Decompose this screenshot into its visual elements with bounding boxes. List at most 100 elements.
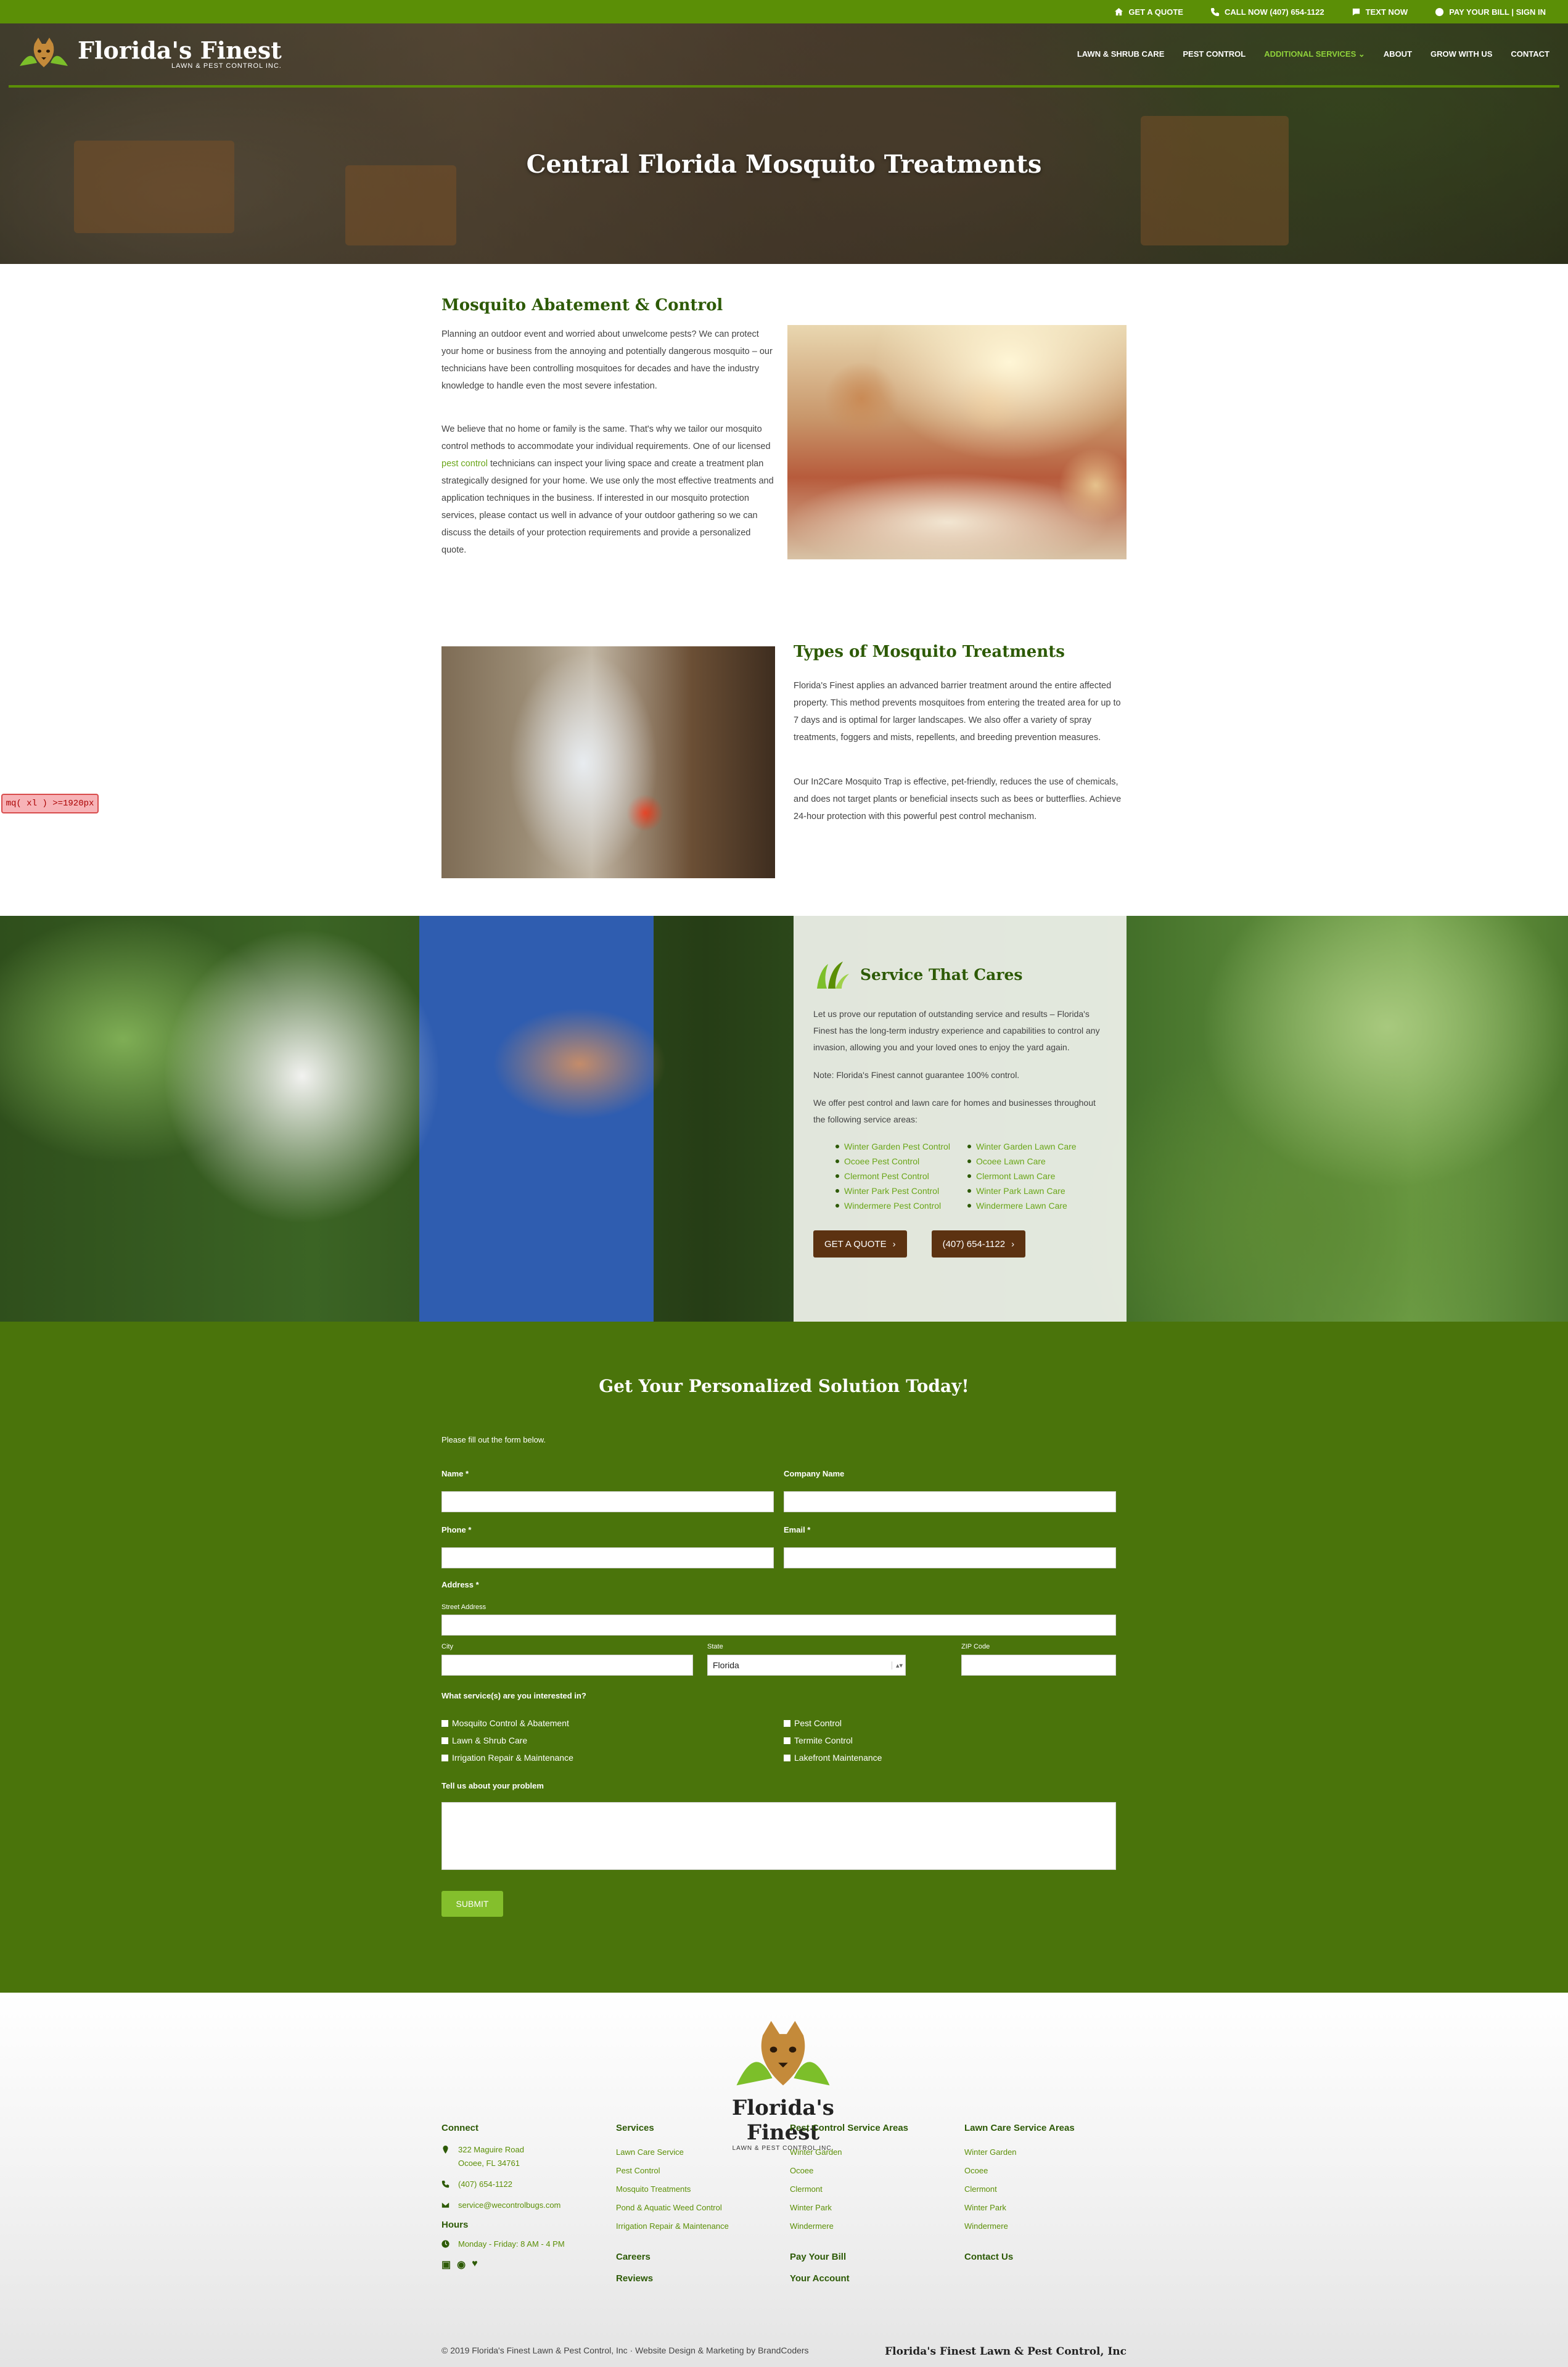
nav-item-lawn-shrub[interactable]: LAWN & SHRUB CARE	[1077, 49, 1165, 59]
pest-area-link[interactable]: Windermere Pest Control	[835, 1198, 950, 1213]
footer-link[interactable]: Irrigation Repair & Maintenance	[616, 2217, 729, 2236]
nav-item-grow-with-us[interactable]: GROW WITH US	[1430, 49, 1492, 59]
pest-area-link[interactable]: Ocoee Pest Control	[835, 1154, 950, 1169]
footer-phone-link[interactable]: (407) 654-1122	[458, 2178, 512, 2191]
footer-link[interactable]: Winter Garden	[790, 2143, 908, 2162]
name-input[interactable]	[441, 1491, 774, 1512]
contact-us-link[interactable]: Contact Us	[964, 2252, 1075, 2262]
facebook-icon[interactable]: ▣	[441, 2258, 451, 2271]
checkbox-pest[interactable]: Pest Control	[784, 1718, 842, 1728]
checkbox-box[interactable]	[441, 1737, 448, 1744]
submit-button[interactable]: SUBMIT	[441, 1891, 503, 1917]
technician-spraying-photo	[441, 646, 775, 878]
pinterest-icon[interactable]: ◉	[457, 2258, 466, 2271]
footer-link[interactable]: Ocoee	[790, 2162, 908, 2180]
grass-leaf-icon	[817, 961, 849, 989]
nav-divider	[9, 85, 1559, 88]
company-input[interactable]	[784, 1491, 1116, 1512]
pest-area-link[interactable]: Winter Garden Pest Control	[835, 1139, 950, 1154]
pay-bill-link[interactable]: Pay Your Bill	[790, 2252, 908, 2262]
service-note: Note: Florida's Finest cannot guarantee …	[813, 1070, 1020, 1080]
checkbox-mosquito[interactable]: Mosquito Control & Abatement	[441, 1718, 569, 1728]
footer-link[interactable]: Clermont	[964, 2180, 1075, 2199]
form-intro: Please fill out the form below.	[441, 1435, 546, 1444]
lawn-areas-title: Lawn Care Service Areas	[964, 2123, 1075, 2133]
checkbox-lawn[interactable]: Lawn & Shrub Care	[441, 1735, 527, 1745]
checkbox-box[interactable]	[784, 1737, 790, 1744]
email-label: Email *	[784, 1525, 811, 1534]
treatments-paragraph-2: Our In2Care Mosquito Trap is effective, …	[794, 777, 1122, 821]
problem-label: Tell us about your problem	[441, 1781, 544, 1790]
problem-textarea[interactable]	[441, 1802, 1116, 1870]
call-now-link[interactable]: CALL NOW (407) 654-1122	[1210, 7, 1324, 17]
service-area-lists: Winter Garden Pest Control Ocoee Pest Co…	[835, 1139, 1107, 1213]
footer-link[interactable]: Windermere	[790, 2217, 908, 2236]
city-input[interactable]	[441, 1655, 693, 1676]
careers-link[interactable]: Careers	[616, 2252, 729, 2262]
nav-item-pest-control[interactable]: PEST CONTROL	[1183, 49, 1246, 59]
nav-item-about[interactable]: ABOUT	[1384, 49, 1412, 59]
footer-link[interactable]: Windermere	[964, 2217, 1075, 2236]
footer-link[interactable]: Pond & Aquatic Weed Control	[616, 2199, 729, 2217]
chevron-right-icon: ›	[1011, 1238, 1015, 1249]
footer-link[interactable]: Lawn Care Service	[616, 2143, 729, 2162]
street-input[interactable]	[441, 1615, 1116, 1636]
twitter-icon[interactable]: ♥	[472, 2258, 478, 2271]
lawn-area-list: Winter Garden Lawn Care Ocoee Lawn Care …	[967, 1139, 1077, 1213]
section-title-treatments: Types of Mosquito Treatments	[794, 643, 1065, 661]
text-now-link[interactable]: TEXT NOW	[1352, 7, 1408, 17]
checkbox-termite[interactable]: Termite Control	[784, 1735, 853, 1745]
name-label: Name *	[441, 1469, 469, 1478]
checkbox-box[interactable]	[441, 1719, 448, 1727]
get-quote-button[interactable]: GET A QUOTE ›	[813, 1230, 907, 1258]
lawn-area-link[interactable]: Winter Park Lawn Care	[967, 1184, 1077, 1198]
lawn-area-link[interactable]: Winter Garden Lawn Care	[967, 1139, 1077, 1154]
footer-link[interactable]: Winter Park	[790, 2199, 908, 2217]
copyright: © 2019 Florida's Finest Lawn & Pest Cont…	[441, 2345, 809, 2355]
page-title: Central Florida Mosquito Treatments	[526, 150, 1042, 179]
zip-input[interactable]	[961, 1655, 1116, 1676]
checkbox-box[interactable]	[784, 1719, 790, 1727]
pest-area-link[interactable]: Winter Park Pest Control	[835, 1184, 950, 1198]
chevron-down-icon: ⌄	[1358, 49, 1365, 59]
footer-link[interactable]: Pest Control	[616, 2162, 729, 2180]
lawn-area-link[interactable]: Ocoee Lawn Care	[967, 1154, 1077, 1169]
pay-bill-link[interactable]: PAY YOUR BILL | SIGN IN	[1435, 7, 1546, 17]
nav-item-contact[interactable]: CONTACT	[1511, 49, 1550, 59]
phone-icon	[441, 2180, 449, 2188]
site-logo[interactable]: Florida's Finest LAWN & PEST CONTROL INC…	[18, 35, 282, 73]
state-select[interactable]: Florida ▴▾	[707, 1655, 906, 1676]
pest-area-link[interactable]: Clermont Pest Control	[835, 1169, 950, 1184]
nav-item-additional-services[interactable]: ADDITIONAL SERVICES ⌄	[1264, 49, 1365, 59]
phone-input[interactable]	[441, 1547, 774, 1568]
lawn-area-link[interactable]: Windermere Lawn Care	[967, 1198, 1077, 1213]
footer-link[interactable]: Clermont	[790, 2180, 908, 2199]
services-title: Services	[616, 2123, 654, 2133]
footer-link[interactable]: Mosquito Treatments	[616, 2180, 729, 2199]
checkbox-irrigation[interactable]: Irrigation Repair & Maintenance	[441, 1753, 573, 1763]
reviews-link[interactable]: Reviews	[616, 2273, 729, 2284]
footer-link[interactable]: Ocoee	[964, 2162, 1075, 2180]
footer-lawn-areas: Lawn Care Service Areas Winter Garden Oc…	[964, 2123, 1075, 2262]
checkbox-box[interactable]	[784, 1754, 790, 1761]
street-label: Street Address	[441, 1603, 486, 1611]
pest-control-link[interactable]: pest control	[441, 459, 488, 469]
footer-link[interactable]: Winter Garden	[964, 2143, 1075, 2162]
footer-email-link[interactable]: service@wecontrolbugs.com	[458, 2199, 560, 2212]
call-phone-button[interactable]: (407) 654-1122 ›	[931, 1230, 1026, 1258]
select-arrow-icon: ▴▾	[891, 1661, 903, 1669]
city-label: City	[441, 1643, 453, 1650]
footer-link[interactable]: Winter Park	[964, 2199, 1075, 2217]
email-row: service@wecontrolbugs.com	[441, 2199, 565, 2212]
chevron-right-icon: ›	[892, 1238, 896, 1249]
checkbox-box[interactable]	[441, 1754, 448, 1761]
service-paragraph-1: Let us prove our reputation of outstandi…	[813, 1009, 1100, 1052]
address-line-1[interactable]: 322 Maguire Road	[458, 2143, 524, 2157]
your-account-link[interactable]: Your Account	[790, 2273, 908, 2284]
get-quote-link[interactable]: GET A QUOTE	[1114, 7, 1183, 17]
patio-furniture	[1141, 116, 1289, 245]
lawn-area-link[interactable]: Clermont Lawn Care	[967, 1169, 1077, 1184]
email-input[interactable]	[784, 1547, 1116, 1568]
address-line-2[interactable]: Ocoee, FL 34761	[458, 2157, 524, 2170]
checkbox-lakefront[interactable]: Lakefront Maintenance	[784, 1753, 882, 1763]
